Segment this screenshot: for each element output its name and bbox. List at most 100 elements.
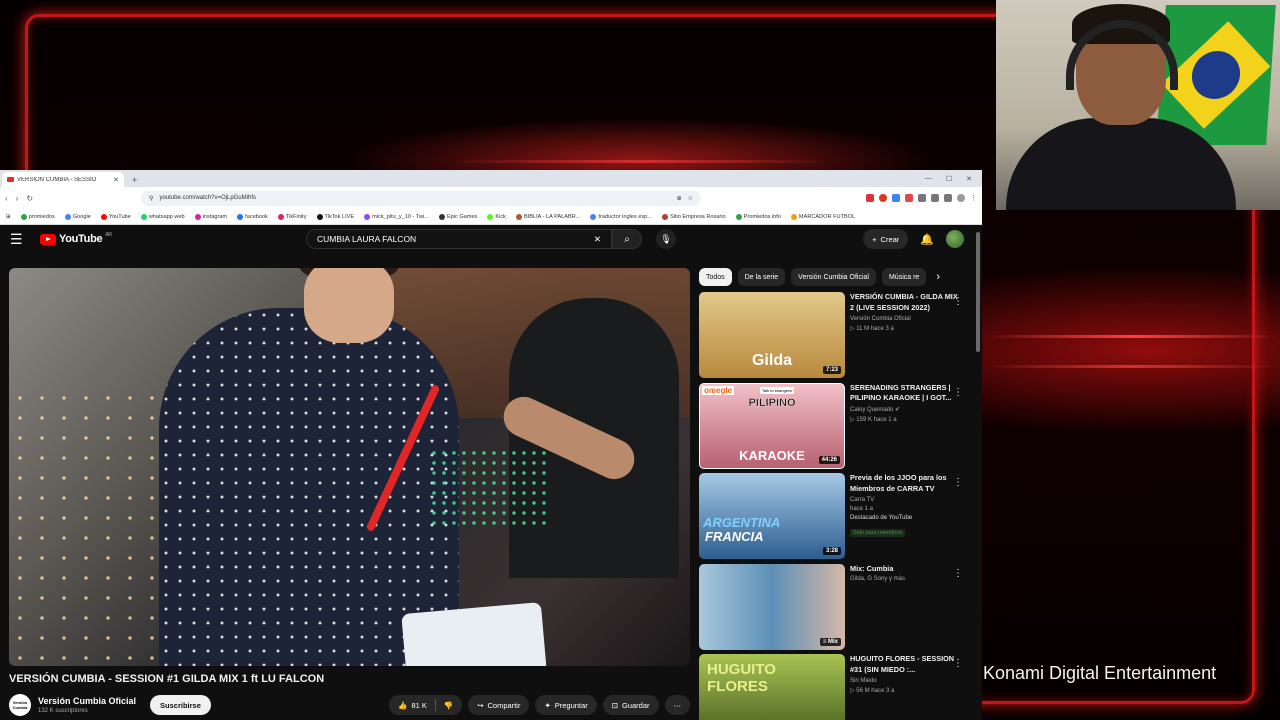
profile-icon[interactable] xyxy=(957,194,965,202)
tab-title: VERSIÓN CUMBIA - SESSIO xyxy=(17,176,97,183)
bookmark-item[interactable]: promiedos xyxy=(20,213,55,220)
bookmark-item[interactable]: Epic Games xyxy=(438,213,477,220)
bookmark-item[interactable]: Sitio Empresa Rosario xyxy=(661,213,726,220)
extension-icon[interactable] xyxy=(918,194,926,202)
dislike-button[interactable]: 👎 xyxy=(444,701,453,710)
more-vertical-icon[interactable]: ⋮ xyxy=(953,568,963,579)
bookmark-item[interactable]: Promiedos.info xyxy=(735,213,781,220)
video-thumbnail[interactable]: HUGUITO FLORES xyxy=(699,654,845,720)
duration-badge: 3:28 xyxy=(822,547,841,555)
omnibox[interactable]: ⚲ youtube.com/watch?v=OjLpGuMihfs ⊕ ☆ xyxy=(141,190,702,206)
extension-icon[interactable] xyxy=(905,194,913,202)
recommendation-item[interactable]: omegle Talk to strangers! PILIPINO KARAO… xyxy=(699,382,971,469)
chip-music[interactable]: Música re xyxy=(881,268,927,286)
new-tab-icon[interactable]: + xyxy=(124,175,145,187)
rec-channel[interactable]: Sin Miedo xyxy=(850,678,960,684)
search-button[interactable]: ⌕ xyxy=(612,229,642,249)
extension-icon[interactable] xyxy=(866,194,874,202)
youtube-logo[interactable]: YouTube AR xyxy=(40,232,112,245)
subscribe-button[interactable]: Suscribirse xyxy=(150,695,211,715)
rec-channel[interactable]: Carra TV xyxy=(850,497,960,503)
more-actions-button[interactable]: ⋯ xyxy=(664,695,690,715)
clear-search-icon[interactable]: ✕ xyxy=(594,234,601,245)
more-vertical-icon[interactable]: ⋮ xyxy=(953,658,963,669)
bookmark-item[interactable]: TikTok LIVE xyxy=(316,213,354,220)
minimize-icon[interactable]: — xyxy=(925,175,932,183)
bookmark-item[interactable]: instagram xyxy=(194,213,227,220)
video-player[interactable] xyxy=(9,268,690,666)
close-window-icon[interactable]: ✕ xyxy=(966,175,972,183)
rec-channel[interactable]: Versión Cumbia Oficial xyxy=(850,316,960,322)
rec-title[interactable]: SERENADING STRANGERS | PILIPINO KARAOKE … xyxy=(850,383,960,405)
bookmark-item[interactable]: BIBLIA - LA PALABR... xyxy=(515,213,580,220)
create-button[interactable]: + Crear xyxy=(863,229,909,249)
chip-channel[interactable]: Versión Cumbia Oficial xyxy=(791,268,876,286)
account-avatar[interactable] xyxy=(946,230,964,248)
video-thumbnail[interactable]: ≡ Mix xyxy=(699,563,845,650)
search-icon: ⌕ xyxy=(624,233,630,245)
rec-title[interactable]: Previa de los JJOO para los Miembros de … xyxy=(850,473,960,495)
rec-channel[interactable]: Caloy Quemado ✔ xyxy=(850,406,960,413)
rec-title[interactable]: HUGUITO FLORES - SESSION #31 (SIN MIEDO … xyxy=(850,654,960,676)
bookmark-item[interactable]: YouTube xyxy=(100,213,131,220)
rec-title[interactable]: Mix: Cumbia xyxy=(850,564,960,575)
rec-title[interactable]: VERSIÓN CUMBIA - GILDA MIX 2 (LIVE SESSI… xyxy=(850,292,960,314)
chip-all[interactable]: Todos xyxy=(699,268,732,286)
address-bar-row: ‹ › ↻ ⚲ youtube.com/watch?v=OjLpGuMihfs … xyxy=(0,187,982,209)
channel-name[interactable]: Versión Cumbia Oficial xyxy=(38,696,136,706)
more-vertical-icon[interactable]: ⋮ xyxy=(953,387,963,398)
page-scrollbar[interactable] xyxy=(976,232,980,352)
rec-stats: ▷ 56 M hace 3 a xyxy=(850,687,895,694)
reload-icon[interactable]: ↻ xyxy=(26,194,33,203)
apps-icon[interactable]: ⊞ xyxy=(6,214,11,220)
site-info-icon[interactable]: ⚲ xyxy=(149,195,153,202)
share-button[interactable]: ↪ Compartir xyxy=(468,695,530,715)
more-menu-icon[interactable]: ⋮ xyxy=(970,194,977,202)
channel-avatar[interactable]: Versión Cumbia xyxy=(9,694,31,716)
more-horizontal-icon: ⋯ xyxy=(673,700,682,710)
browser-tab[interactable]: VERSIÓN CUMBIA - SESSIO ✕ xyxy=(2,172,124,187)
recommendation-item[interactable]: ≡ Mix Mix: Cumbia Gilda, G Sony y más ⋮ xyxy=(699,563,971,650)
microphone-icon: 🎙 xyxy=(660,233,672,244)
bookmark-item[interactable]: whatsapp web xyxy=(140,213,185,220)
close-tab-icon[interactable]: ✕ xyxy=(113,176,119,184)
filter-chips: Todos De la serie Versión Cumbia Oficial… xyxy=(699,268,940,286)
search-area: CUMBIA LAURA FALCON ✕ ⌕ 🎙 xyxy=(306,229,676,249)
like-button[interactable]: 👍 xyxy=(398,701,407,710)
sidebar-icon[interactable] xyxy=(944,194,952,202)
notifications-bell-icon[interactable]: 🔔 xyxy=(920,233,934,246)
zoom-icon[interactable]: ⊕ xyxy=(677,195,682,202)
hamburger-menu-icon[interactable]: ☰ xyxy=(10,231,30,248)
puzzle-icon[interactable] xyxy=(931,194,939,202)
bookmark-item[interactable]: Google xyxy=(64,213,91,220)
search-input[interactable]: CUMBIA LAURA FALCON ✕ xyxy=(306,229,612,249)
save-button[interactable]: ⊡ Guardar xyxy=(602,695,659,715)
voice-search-button[interactable]: 🎙 xyxy=(656,229,676,249)
video-thumbnail[interactable]: omegle Talk to strangers! PILIPINO KARAO… xyxy=(699,382,845,469)
bookmark-star-icon[interactable]: ☆ xyxy=(688,195,693,202)
bookmark-item[interactable]: TikFinity xyxy=(277,213,307,220)
bookmark-item[interactable]: facebook xyxy=(237,213,268,220)
bookmark-item[interactable]: mick_pitu_y_10 - Twi... xyxy=(364,213,429,220)
forward-icon[interactable]: › xyxy=(16,194,19,203)
bookmark-item[interactable]: Kick xyxy=(487,213,506,220)
more-vertical-icon[interactable]: ⋮ xyxy=(953,296,963,307)
more-vertical-icon[interactable]: ⋮ xyxy=(953,477,963,488)
chevron-right-icon[interactable]: › xyxy=(936,271,940,283)
bookmark-item[interactable]: traductor ingles esp... xyxy=(590,213,652,220)
opera-icon[interactable] xyxy=(879,194,887,202)
recommendation-item[interactable]: ARGENTINA FRANCIA 3:28 Previa de los JJO… xyxy=(699,473,971,559)
video-thumbnail[interactable]: Gilda 7:23 xyxy=(699,292,845,378)
video-thumbnail[interactable]: ARGENTINA FRANCIA 3:28 xyxy=(699,473,845,559)
bookmark-item[interactable]: MARCADOR FUTBOL xyxy=(790,213,855,220)
recommendation-item[interactable]: Gilda 7:23 VERSIÓN CUMBIA - GILDA MIX 2 … xyxy=(699,292,971,378)
back-icon[interactable]: ‹ xyxy=(5,194,8,203)
ask-button[interactable]: ✦ Preguntar xyxy=(535,695,597,715)
recommendation-item[interactable]: HUGUITO FLORES HUGUITO FLORES - SESSION … xyxy=(699,654,971,720)
maximize-icon[interactable]: ☐ xyxy=(946,175,952,183)
video-actions: 👍 81 K 👎 ↪ Compartir ✦ Preguntar ⊡ Guardar … xyxy=(389,695,690,715)
extension-icon[interactable] xyxy=(892,194,900,202)
rec-stats: ▷ 11 M hace 3 a xyxy=(850,325,894,332)
chip-series[interactable]: De la serie xyxy=(737,268,786,286)
rec-stats: ▷ 159 K hace 1 a xyxy=(850,417,897,424)
